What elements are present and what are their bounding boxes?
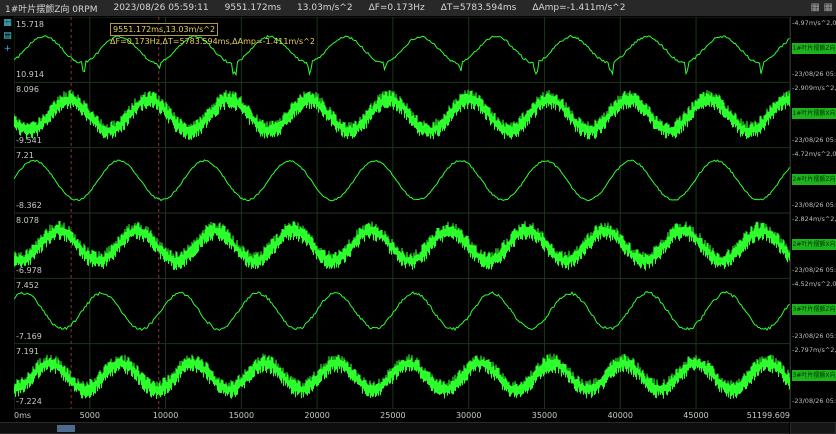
channel-name-button-2[interactable]: 1#叶片摆颤X向	[792, 108, 836, 119]
channel-timestamp-1: -23/08/26 05:59	[792, 70, 836, 79]
x-tick-label-4: 20000	[304, 411, 329, 420]
y-axis-max-label-ch6: 7.191	[16, 347, 39, 356]
waveform-plot[interactable]: 9551.172ms,13.03m/s^2 ΔF=0.173Hz,ΔT=5783…	[14, 17, 790, 409]
channel-timestamp-6: -23/08/26 05:59	[792, 397, 836, 406]
y-axis-min-label-ch4: -6.978	[16, 266, 42, 275]
channel-cursor-value-6: -2.797m/s^2,0RPM	[792, 346, 836, 355]
y-axis-min-label-ch5: -7.169	[16, 332, 42, 341]
cursor-value-label: 13.03m/s^2	[297, 3, 353, 13]
x-tick-label-7: 35000	[532, 411, 557, 420]
delta-amp-label: ΔAmp=-1.411m/s^2	[532, 3, 625, 13]
channel-name-button-1[interactable]: 1#叶片摆颤Z向	[792, 43, 836, 54]
add-icon[interactable]: +	[4, 44, 12, 54]
y-axis-max-label-ch1: 15.718	[16, 20, 44, 29]
waveform-trace-5	[14, 292, 790, 331]
waveform-trace-6	[14, 354, 790, 399]
y-axis-max-label-ch2: 8.096	[16, 85, 39, 94]
annotation-deltas: ΔF=0.173Hz,ΔT=5783.594ms,ΔAmp=-1.411m/s^…	[110, 36, 315, 47]
channel-name-button-4[interactable]: 2#叶片摆颤X向	[792, 239, 836, 250]
y-axis-min-label-ch6: -7.224	[16, 397, 42, 406]
x-tick-label-3: 15000	[229, 411, 254, 420]
channel-name-button-6[interactable]: 3#叶片摆颤X向	[792, 370, 836, 381]
channel-name-button-3[interactable]: 2#叶片摆颤Z向	[792, 174, 836, 185]
y-axis-max-label-ch4: 8.078	[16, 216, 39, 225]
channel-cursor-value-3: -4.72m/s^2,0RPM	[792, 150, 836, 159]
channel-timestamp-2: -23/08/26 05:59	[792, 136, 836, 145]
x-tick-label-1: 5000	[80, 411, 100, 420]
x-tick-label-2: 10000	[153, 411, 178, 420]
channel-cursor-value-2: -2.909m/s^2,0RPM	[792, 84, 836, 93]
waveform-canvas	[14, 17, 790, 409]
y-axis-min-label-ch3: -8.362	[16, 201, 42, 210]
datetime-label: 2023/08/26 05:59:11	[113, 3, 208, 13]
x-tick-label-10: 51199.609	[747, 411, 790, 420]
cursor-time-label: 9551.172ms	[225, 3, 281, 13]
waveform-trace-2	[14, 90, 790, 140]
waveform-trace-3	[14, 160, 790, 201]
annotation-readout: 9551.172ms,13.03m/s^2	[110, 23, 218, 36]
h-scrollbar[interactable]	[0, 422, 789, 434]
scrollbar-thumb[interactable]	[57, 425, 75, 432]
waveform-trace-4	[14, 221, 790, 270]
corner-box	[790, 422, 836, 434]
header-bar: 1#叶片摆颤Z向 0RPM 2023/08/26 05:59:11 9551.1…	[0, 0, 836, 16]
x-axis: 0ms 5000 10000 15000 20000 25000 30000 35000 400…	[14, 409, 790, 422]
y-axis-max-label-ch5: 7.452	[16, 281, 39, 290]
layout-grid-icon[interactable]: ▦	[3, 18, 12, 28]
channel-title: 1#叶片摆颤Z向 0RPM	[5, 2, 97, 15]
channel-cursor-value-5: -4.52m/s^2,0RPM	[792, 280, 836, 289]
x-tick-label-8: 40000	[608, 411, 633, 420]
channel-name-button-5[interactable]: 3#叶片摆颤Z向	[792, 304, 836, 315]
channel-panel: -4.97m/s^2,0RPM 1#叶片摆颤Z向 -23/08/26 05:59 -2…	[790, 17, 836, 409]
y-axis-max-label-ch3: 7.21	[16, 151, 34, 160]
x-tick-label-0: 0ms	[14, 411, 31, 420]
window-layout-icon[interactable]: ▦	[824, 1, 833, 15]
y-axis-min-label-ch2: -9.541	[16, 136, 42, 145]
channel-timestamp-4: -23/08/26 05:59	[792, 266, 836, 275]
app-window: 1#叶片摆颤Z向 0RPM 2023/08/26 05:59:11 9551.1…	[0, 0, 836, 434]
y-axis-min-label-ch1: 10.914	[16, 70, 44, 79]
channel-timestamp-3: -23/08/26 05:59	[792, 201, 836, 210]
grid-view-icon[interactable]: ▦	[811, 1, 820, 15]
cursor-annotation: 9551.172ms,13.03m/s^2 ΔF=0.173Hz,ΔT=5783…	[110, 23, 315, 47]
layout-rows-icon[interactable]: ▤	[3, 31, 12, 41]
x-tick-label-6: 30000	[456, 411, 481, 420]
delta-t-label: ΔT=5783.594ms	[441, 3, 517, 13]
x-tick-label-9: 45000	[683, 411, 708, 420]
channel-timestamp-5: -23/08/26 05:59	[792, 332, 836, 341]
delta-f-label: ΔF=0.173Hz	[369, 3, 425, 13]
channel-cursor-value-1: -4.97m/s^2,0RPM	[792, 19, 836, 28]
left-toolbar: ▦ ▤ +	[1, 18, 14, 54]
channel-cursor-value-4: -2.824m/s^2,0RPM	[792, 215, 836, 224]
x-tick-label-5: 25000	[380, 411, 405, 420]
